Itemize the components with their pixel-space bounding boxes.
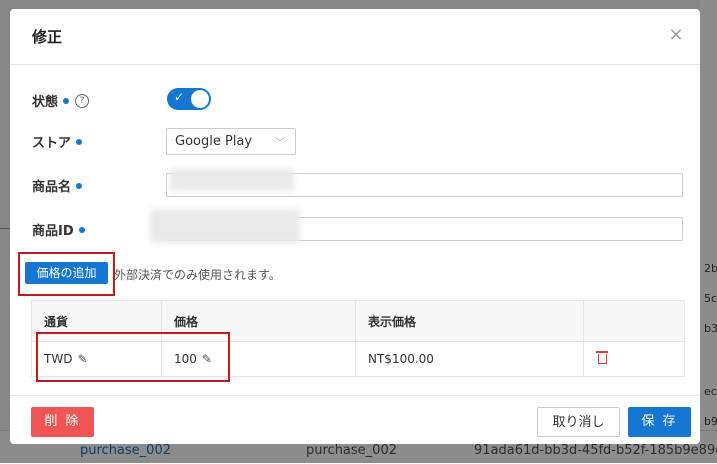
close-icon[interactable]: × bbox=[666, 25, 686, 45]
store-select-value: Google Play bbox=[175, 134, 253, 149]
modal-header: 修正 × bbox=[10, 9, 700, 65]
product-name-label: 商品名 bbox=[32, 180, 72, 195]
product-name-row: 商品名 bbox=[32, 176, 83, 195]
annotation-highlight bbox=[18, 252, 115, 296]
status-toggle[interactable]: ✓ bbox=[167, 88, 211, 110]
column-header-display-price: 表示価格 bbox=[356, 301, 584, 341]
actions-cell bbox=[584, 342, 684, 376]
help-icon[interactable]: ? bbox=[75, 93, 90, 108]
modal-footer: 削 除 取り消し 保 存 bbox=[10, 395, 700, 444]
required-dot-icon bbox=[63, 97, 70, 104]
product-id-label: 商品ID bbox=[32, 224, 74, 239]
status-label: 状態 bbox=[32, 95, 59, 110]
redacted-value bbox=[170, 169, 294, 191]
display-price-value: NT$100.00 bbox=[368, 352, 434, 366]
annotation-highlight bbox=[36, 332, 230, 382]
product-id-row: 商品ID bbox=[32, 220, 85, 239]
trash-icon[interactable] bbox=[596, 351, 608, 364]
price-hint: 外部決済でのみ使用されます。 bbox=[114, 268, 281, 282]
column-header-actions bbox=[584, 301, 684, 341]
required-dot-icon bbox=[78, 226, 85, 233]
cancel-button[interactable]: 取り消し bbox=[537, 407, 620, 437]
delete-button[interactable]: 削 除 bbox=[31, 407, 94, 437]
edit-modal: 修正 × 状態 ? ✓ ストア Google Play ﹀ 商品名 商品ID 価… bbox=[10, 9, 700, 444]
status-row: 状態 ? bbox=[32, 91, 90, 110]
toggle-knob bbox=[191, 90, 209, 108]
modal-title: 修正 bbox=[32, 28, 63, 46]
required-dot-icon bbox=[76, 182, 83, 189]
store-label: ストア bbox=[32, 136, 72, 151]
required-dot-icon bbox=[76, 138, 83, 145]
display-price-cell: NT$100.00 bbox=[356, 342, 584, 376]
save-button[interactable]: 保 存 bbox=[628, 407, 691, 437]
store-select[interactable]: Google Play ﹀ bbox=[166, 128, 296, 155]
check-icon: ✓ bbox=[174, 90, 185, 104]
store-row: ストア bbox=[32, 132, 83, 151]
redacted-value bbox=[150, 209, 300, 243]
chevron-down-icon: ﹀ bbox=[275, 138, 285, 149]
